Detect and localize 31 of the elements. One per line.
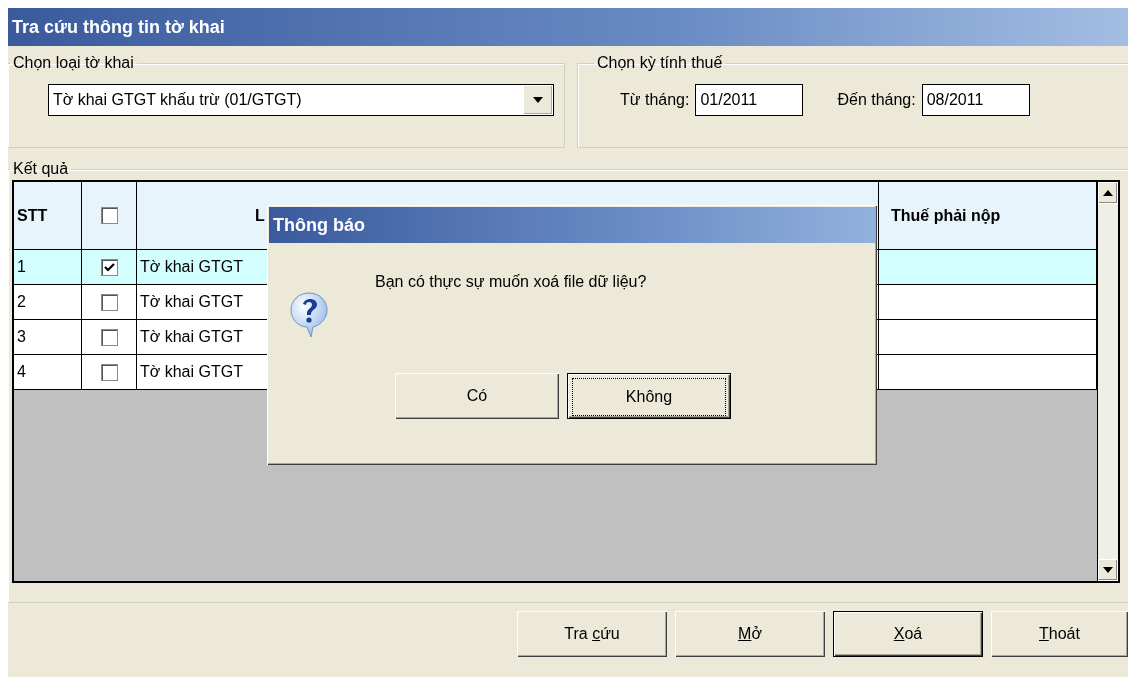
group-legend: Chọn kỳ tính thuế	[594, 54, 726, 72]
group-legend: Chọn loại tờ khai	[10, 54, 137, 72]
table-cell: 4	[14, 355, 82, 389]
action-button[interactable]: Thoát	[991, 611, 1128, 657]
window-title: Tra cứu thông tin tờ khai	[12, 16, 225, 38]
question-icon	[289, 291, 329, 339]
table-cell: 1	[14, 250, 82, 284]
scroll-down-icon[interactable]	[1098, 559, 1118, 581]
row-checkbox[interactable]	[100, 363, 118, 381]
row-checkbox[interactable]	[100, 328, 118, 346]
declaration-type-dropdown[interactable]: Tờ khai GTGT khấu trừ (01/GTGT)	[48, 84, 554, 116]
scroll-up-icon[interactable]	[1098, 182, 1118, 204]
dialog-title: Thông báo	[273, 214, 365, 236]
from-month-field[interactable]: 01/2011	[695, 84, 804, 116]
table-cell: 3	[14, 320, 82, 354]
to-month-field[interactable]: 08/2011	[921, 84, 1030, 116]
action-button[interactable]: Tra cứu	[517, 611, 667, 657]
select-all-checkbox[interactable]	[100, 207, 118, 224]
table-cell: 2	[14, 285, 82, 319]
vertical-scrollbar[interactable]	[1097, 182, 1118, 581]
row-checkbox[interactable]	[100, 293, 118, 311]
action-button[interactable]: Xoá	[833, 611, 983, 657]
action-button[interactable]: Mở	[675, 611, 825, 657]
column-header: STT	[14, 182, 82, 249]
dialog-button[interactable]: Không	[567, 373, 731, 419]
field-label: Từ tháng:	[620, 91, 690, 109]
group-legend: Kết quả	[10, 160, 72, 178]
check-icon	[103, 262, 115, 272]
row-checkbox[interactable]	[100, 258, 118, 276]
dialog-button[interactable]: Có	[395, 373, 559, 419]
field-label: Đến tháng:	[837, 91, 916, 109]
